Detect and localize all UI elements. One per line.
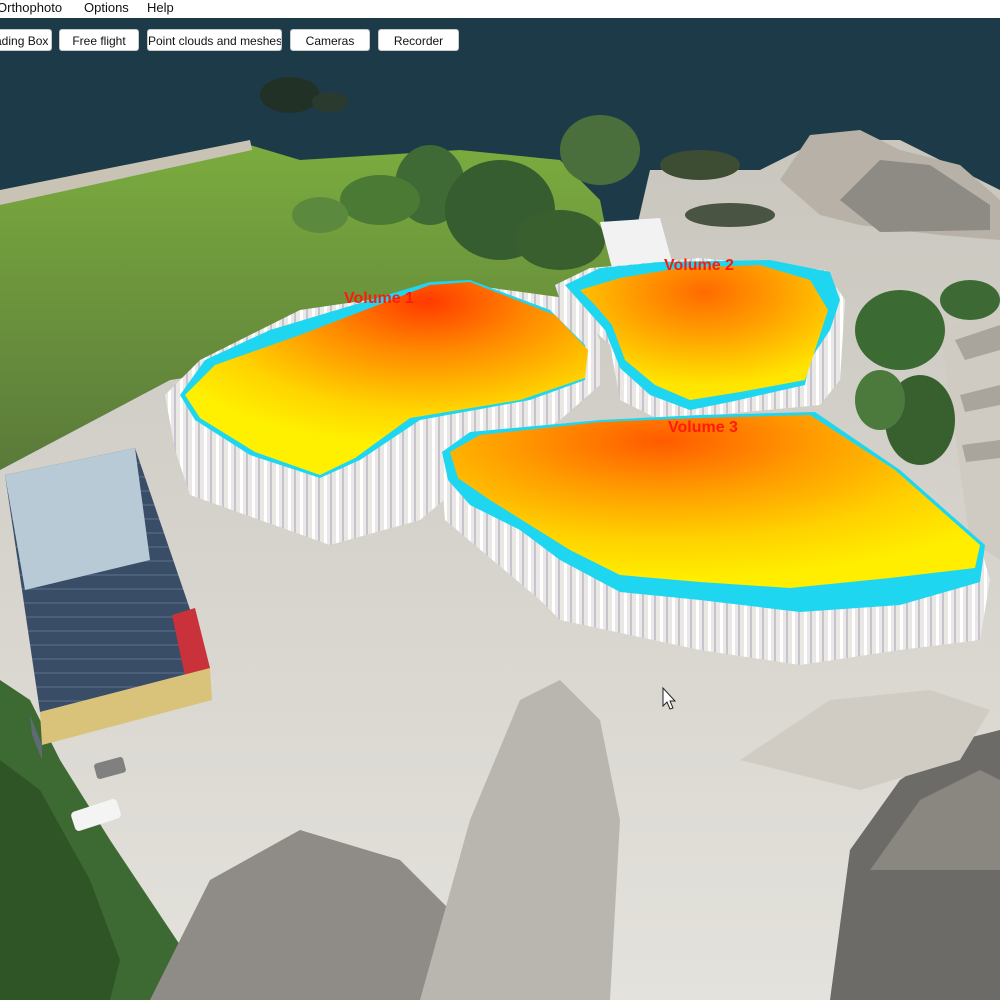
- cameras-button[interactable]: Cameras: [290, 29, 370, 51]
- 3d-viewport[interactable]: Volume 1 Volume 2 Volume 3: [0, 18, 1000, 1000]
- bounding-box-button[interactable]: ading Box c: [0, 29, 52, 51]
- volume-3-label: Volume 3: [668, 419, 738, 436]
- volume-1-label: Volume 1: [344, 290, 414, 307]
- menu-orthophoto[interactable]: Orthophoto: [0, 0, 62, 16]
- menu-bar: Orthophoto Options Help: [0, 0, 1000, 18]
- point-clouds-and-meshes-button[interactable]: Point clouds and meshes: [147, 29, 282, 51]
- recorder-button[interactable]: Recorder: [378, 29, 459, 51]
- menu-help[interactable]: Help: [147, 0, 174, 16]
- volume-2-label: Volume 2: [664, 257, 734, 274]
- menu-options[interactable]: Options: [84, 0, 129, 16]
- free-flight-button[interactable]: Free flight: [59, 29, 139, 51]
- white-shed: [600, 218, 672, 268]
